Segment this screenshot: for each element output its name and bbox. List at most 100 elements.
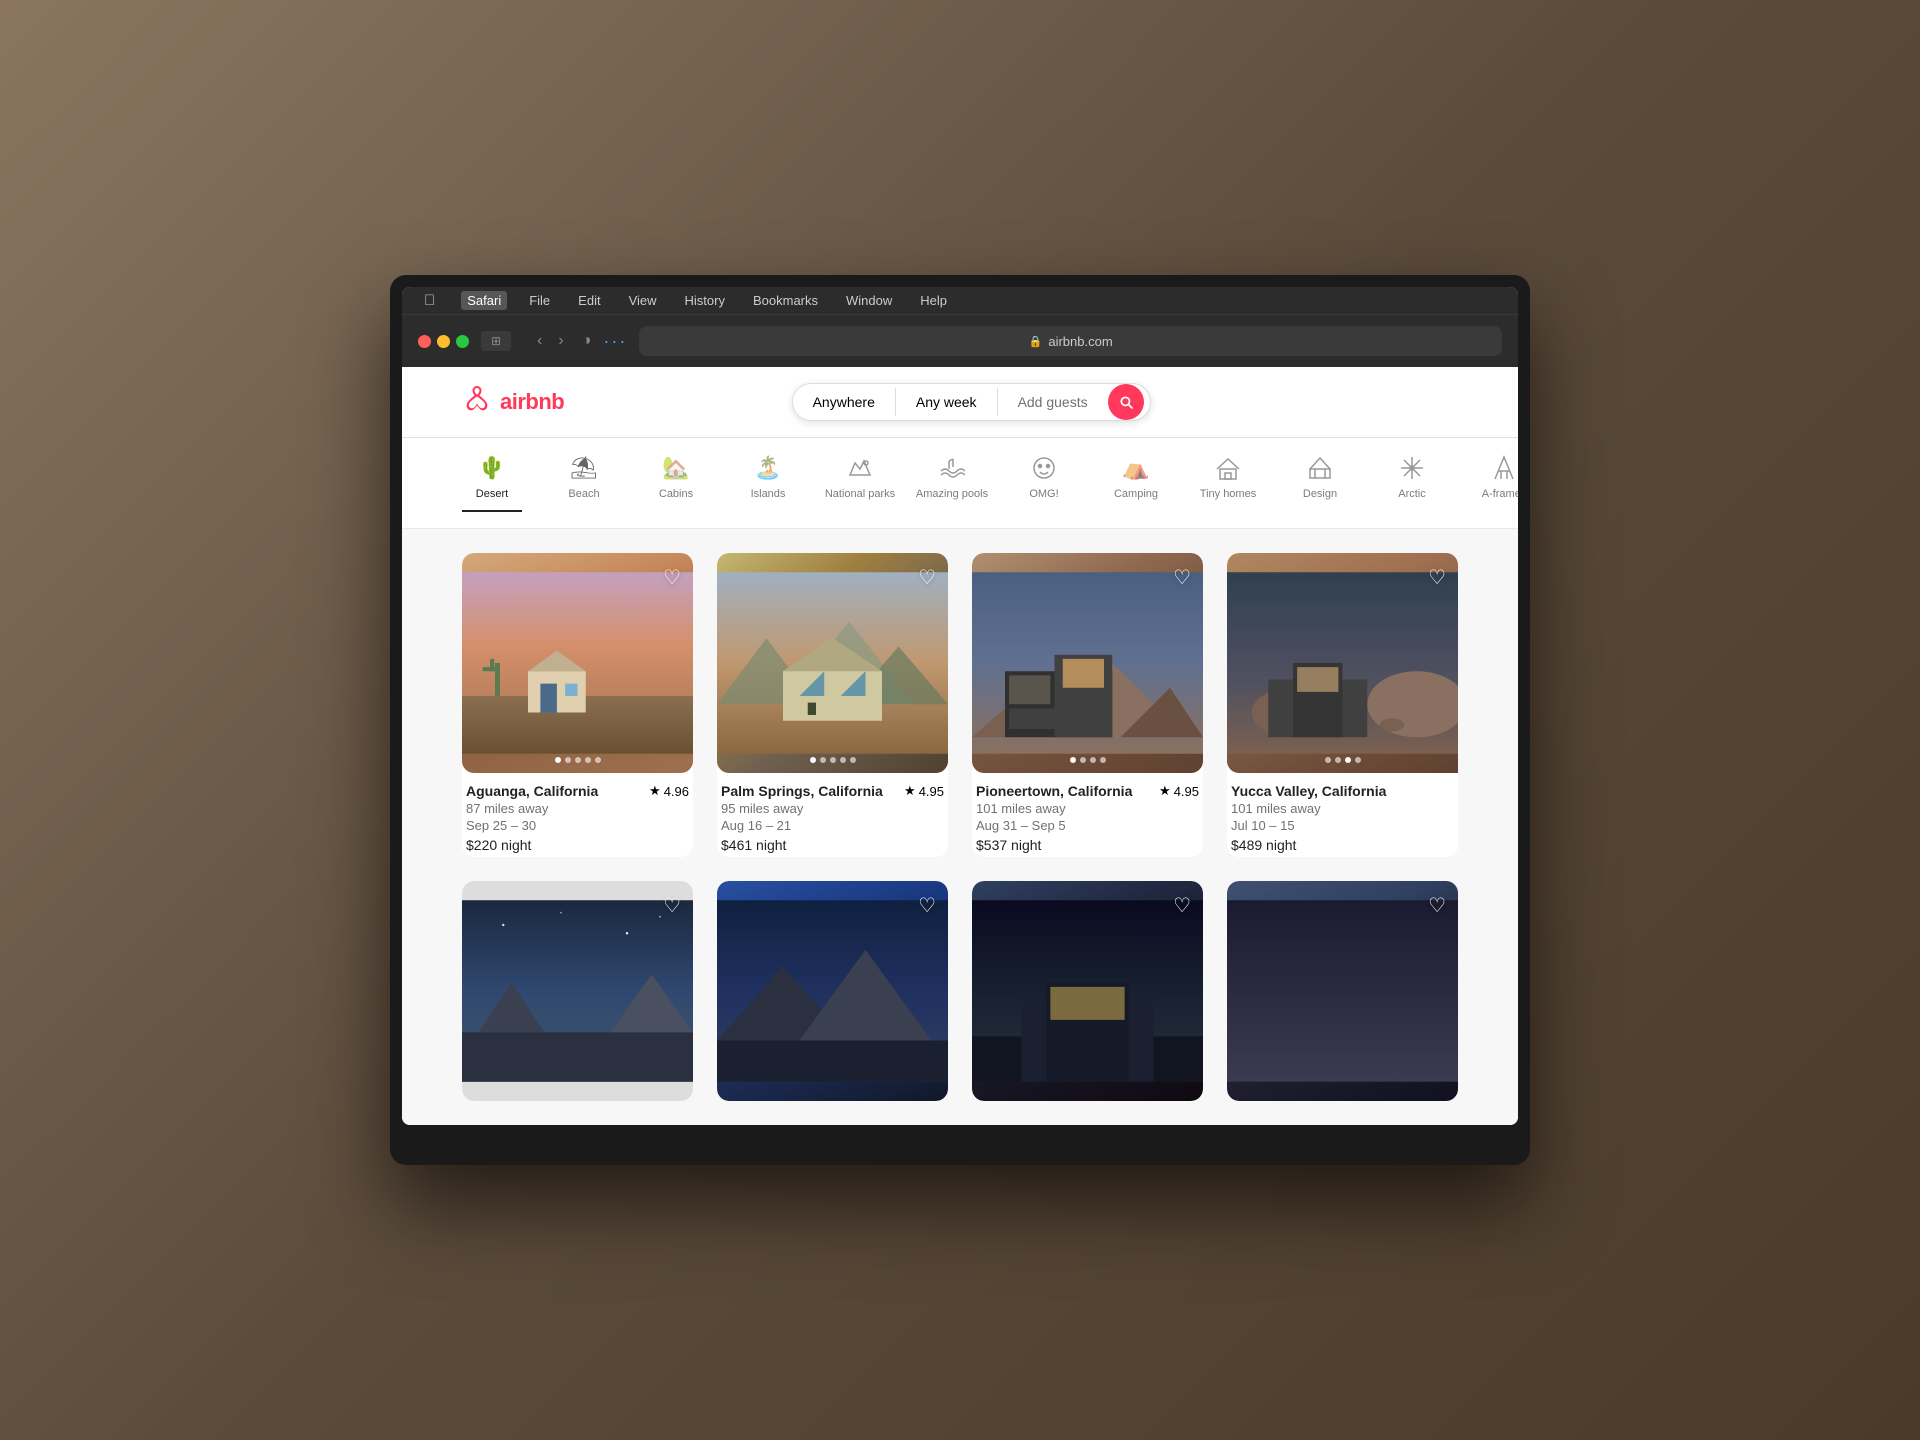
view-menu[interactable]: View (623, 291, 663, 310)
dot (1345, 757, 1351, 763)
dot (1070, 757, 1076, 763)
brightness-icon: ◑ (582, 332, 592, 350)
favorite-btn-4[interactable]: ♡ (1428, 565, 1446, 590)
listing-price-3: $537 night (976, 837, 1199, 853)
help-menu[interactable]: Help (914, 291, 953, 310)
favorite-btn-1[interactable]: ♡ (663, 565, 681, 590)
category-arctic[interactable]: Arctic (1382, 454, 1442, 512)
category-tiny-homes[interactable]: Tiny homes (1198, 454, 1258, 512)
apple-logo[interactable]:  (418, 290, 441, 311)
second-row-image-1: ♡ (462, 881, 693, 1101)
camping-label: Camping (1114, 488, 1158, 500)
edit-menu[interactable]: Edit (572, 291, 606, 310)
tiny-homes-icon (1215, 454, 1241, 482)
category-camping[interactable]: ⛺ Camping (1106, 454, 1166, 512)
desert-icon: 🌵 (478, 454, 505, 482)
second-row-card-3[interactable]: ♡ (972, 881, 1203, 1101)
second-row-card-4[interactable]: ♡ (1227, 881, 1458, 1101)
tiny-homes-label: Tiny homes (1200, 488, 1256, 500)
listing-price-2: $461 night (721, 837, 944, 853)
second-row-favorite-1[interactable]: ♡ (663, 893, 681, 918)
second-row-favorite-4[interactable]: ♡ (1428, 893, 1446, 918)
dot (1100, 757, 1106, 763)
listing-card-1[interactable]: ♡ Aguanga, California (462, 553, 693, 857)
maximize-button[interactable] (456, 335, 469, 348)
listing-miles-3: 101 miles away (976, 801, 1199, 816)
minimize-button[interactable] (437, 335, 450, 348)
a-frames-icon (1491, 454, 1517, 482)
traffic-lights (418, 335, 469, 348)
rating-value-1: 4.96 (664, 784, 689, 799)
dot (820, 757, 826, 763)
menu-bar:  Safari File Edit View History Bookmark… (402, 287, 1518, 315)
national-parks-icon (847, 454, 873, 482)
close-button[interactable] (418, 335, 431, 348)
amazing-pools-label: Amazing pools (916, 488, 988, 500)
listing-card-4[interactable]: ♡ Yucca Valley, California (1227, 553, 1458, 857)
favorite-btn-3[interactable]: ♡ (1173, 565, 1191, 590)
favorite-btn-2[interactable]: ♡ (918, 565, 936, 590)
search-button[interactable] (1108, 384, 1144, 420)
category-beach[interactable]: ⛱ Beach (554, 454, 614, 512)
listing-title-row-3: Pioneertown, California ★ 4.95 (976, 783, 1199, 799)
category-amazing-pools[interactable]: Amazing pools (922, 454, 982, 512)
category-a-frames[interactable]: A-frames (1474, 454, 1518, 512)
listing-title-1: Aguanga, California (466, 783, 598, 799)
omg-icon (1031, 454, 1057, 482)
airbnb-header: airbnb Anywhere Any week Add guests (402, 367, 1518, 438)
star-icon-1: ★ (649, 783, 661, 799)
second-row-favorite-2[interactable]: ♡ (918, 893, 936, 918)
airbnb-logo[interactable]: airbnb (462, 384, 564, 421)
file-menu[interactable]: File (523, 291, 556, 310)
anywhere-pill[interactable]: Anywhere (793, 384, 895, 420)
bookmarks-menu[interactable]: Bookmarks (747, 291, 824, 310)
airbnb-logo-icon (462, 384, 492, 421)
dot (1090, 757, 1096, 763)
second-row-card-2[interactable]: ♡ (717, 881, 948, 1101)
category-national-parks[interactable]: National parks (830, 454, 890, 512)
listing-rating-1: ★ 4.96 (649, 783, 689, 799)
listing-miles-4: 101 miles away (1231, 801, 1454, 816)
category-desert[interactable]: 🌵 Desert (462, 454, 522, 512)
listing-info-1: Aguanga, California ★ 4.96 87 miles away… (462, 773, 693, 857)
night-label-2: night (756, 837, 786, 853)
listing-image-3: ♡ (972, 553, 1203, 773)
cabins-label: Cabins (659, 488, 693, 500)
category-design[interactable]: Design (1290, 454, 1350, 512)
category-nav: 🌵 Desert ⛱ Beach 🏡 Cabins 🏝️ Islands (402, 438, 1518, 529)
listing-title-4: Yucca Valley, California (1231, 783, 1386, 799)
category-omg[interactable]: OMG! (1014, 454, 1074, 512)
history-menu[interactable]: History (679, 291, 731, 310)
window-menu[interactable]: Window (840, 291, 898, 310)
cabins-icon: 🏡 (662, 454, 689, 482)
search-bar[interactable]: Anywhere Any week Add guests (792, 383, 1151, 421)
listing-info-2: Palm Springs, California ★ 4.95 95 miles… (717, 773, 948, 857)
dot (830, 757, 836, 763)
address-bar[interactable]: 🔒 airbnb.com (639, 326, 1502, 356)
sidebar-toggle[interactable]: ⊞ (481, 331, 511, 351)
listing-image-2: ♡ (717, 553, 948, 773)
extensions-btn[interactable]: ··· (603, 331, 627, 352)
desert-label: Desert (476, 488, 508, 500)
second-row-favorite-3[interactable]: ♡ (1173, 893, 1191, 918)
dot (595, 757, 601, 763)
listing-dots-2 (810, 757, 856, 763)
any-week-pill[interactable]: Any week (896, 384, 997, 420)
add-guests-pill[interactable]: Add guests (998, 384, 1108, 420)
back-arrow[interactable]: ‹ (531, 330, 548, 352)
second-row-grid: ♡ (462, 881, 1458, 1101)
lock-icon: 🔒 (1029, 335, 1043, 348)
listing-dots-3 (1070, 757, 1106, 763)
dot (840, 757, 846, 763)
listing-card-3[interactable]: ♡ Pioneertown, California (972, 553, 1203, 857)
safari-menu[interactable]: Safari (461, 291, 507, 310)
second-row-card-1[interactable]: ♡ (462, 881, 693, 1101)
forward-arrow[interactable]: › (552, 330, 569, 352)
listing-card-2[interactable]: ♡ Palm Springs, California (717, 553, 948, 857)
url-text: airbnb.com (1048, 334, 1112, 349)
category-islands[interactable]: 🏝️ Islands (738, 454, 798, 512)
chrome-bar: ⊞ ‹ › ◑ ··· 🔒 airbnb.com (402, 315, 1518, 367)
listing-dates-1: Sep 25 – 30 (466, 818, 689, 833)
category-cabins[interactable]: 🏡 Cabins (646, 454, 706, 512)
listing-title-row-2: Palm Springs, California ★ 4.95 (721, 783, 944, 799)
